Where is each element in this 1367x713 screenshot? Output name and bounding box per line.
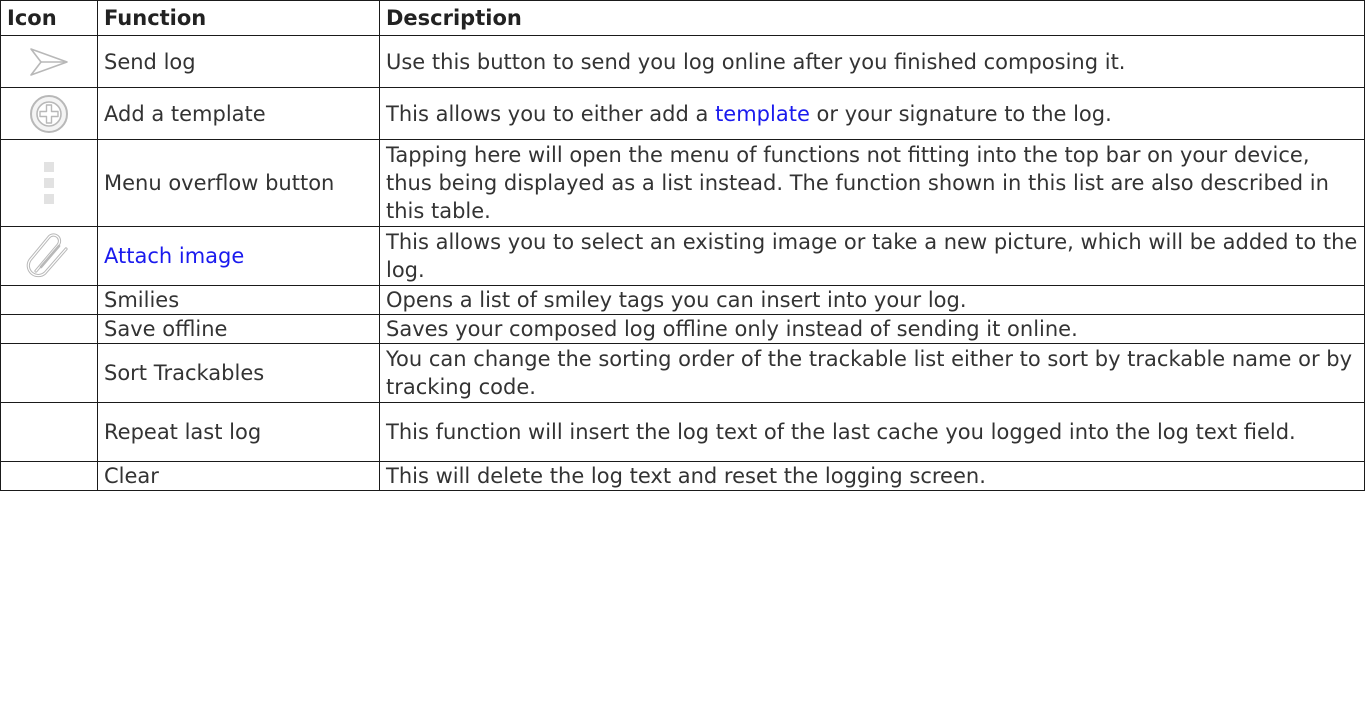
description-cell: Saves your composed log offline only ins…: [379, 314, 1365, 344]
function-cell: Send log: [97, 35, 380, 88]
header-icon: Icon: [0, 0, 98, 36]
description-cell: This allows you to select an existing im…: [379, 226, 1365, 286]
table-row-attach-image: Attach image This allows you to select a…: [0, 226, 1365, 286]
table-body: Send log Use this button to send you log…: [0, 35, 1365, 491]
description-cell: You can change the sorting order of the …: [379, 343, 1365, 403]
attach-image-link[interactable]: Attach image: [97, 226, 380, 286]
function-cell: Menu overflow button: [97, 139, 380, 227]
function-cell: Sort Trackables: [97, 343, 380, 403]
table-row-clear: Clear This will delete the log text and …: [0, 461, 1365, 491]
icon-cell: [0, 226, 98, 286]
description-cell: This allows you to either add a template…: [379, 87, 1365, 140]
icon-cell: [0, 87, 98, 140]
table-header: Icon Function Description: [0, 0, 1365, 36]
description-cell: Tapping here will open the menu of funct…: [379, 139, 1365, 227]
send-icon: [30, 47, 68, 76]
function-cell: Save offline: [97, 314, 380, 344]
description-text: This allows you to either add a: [386, 101, 716, 126]
icon-cell: [0, 285, 98, 315]
description-cell: This function will insert the log text o…: [379, 402, 1365, 462]
functions-table: Icon Function Description Send log Use t…: [0, 0, 1365, 491]
icon-cell: [0, 343, 98, 403]
table-row-send-log: Send log Use this button to send you log…: [0, 35, 1365, 88]
header-row: Icon Function Description: [0, 0, 1365, 36]
function-cell: Add a template: [97, 87, 380, 140]
description-text: or your signature to the log.: [809, 101, 1112, 126]
icon-cell: [0, 35, 98, 88]
icon-cell: [0, 139, 98, 227]
table-row-save-offline: Save offline Saves your composed log off…: [0, 314, 1365, 344]
table-row-sort-trackables: Sort Trackables You can change the sorti…: [0, 343, 1365, 403]
icon-cell: [0, 314, 98, 344]
paperclip-icon: [26, 233, 68, 278]
table-row-add-template: Add a template This allows you to either…: [0, 87, 1365, 140]
template-link[interactable]: template: [715, 102, 810, 126]
function-cell: Clear: [97, 461, 380, 491]
description-cell: Use this button to send you log online a…: [379, 35, 1365, 88]
table-row-menu-overflow: Menu overflow button Tapping here will o…: [0, 139, 1365, 227]
icon-cell: [0, 402, 98, 462]
icon-cell: [0, 461, 98, 491]
function-cell: Repeat last log: [97, 402, 380, 462]
table-row-smilies: Smilies Opens a list of smiley tags you …: [0, 285, 1365, 315]
description-cell: Opens a list of smiley tags you can inse…: [379, 285, 1365, 315]
description-cell: This will delete the log text and reset …: [379, 461, 1365, 491]
function-cell: Smilies: [97, 285, 380, 315]
add-circle-icon: [30, 94, 68, 133]
header-description: Description: [379, 0, 1365, 36]
header-function: Function: [97, 0, 380, 36]
menu-overflow-icon: [44, 162, 54, 204]
table-row-repeat-last-log: Repeat last log This function will inser…: [0, 402, 1365, 462]
